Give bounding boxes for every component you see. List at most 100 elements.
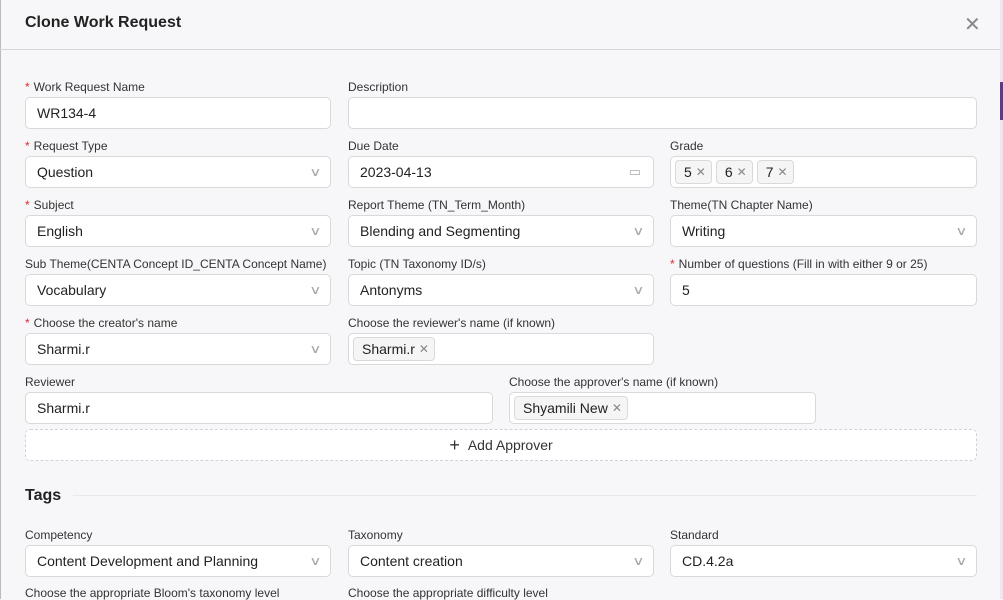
- label-text: Reviewer: [25, 375, 76, 389]
- label-text: Standard: [670, 528, 719, 542]
- due-date-input[interactable]: 2023-04-13 ▭: [348, 156, 654, 188]
- subject-select[interactable]: English ∨: [25, 215, 331, 247]
- chevron-down-icon: ∨: [632, 224, 645, 238]
- field-value: Vocabulary: [37, 282, 107, 298]
- field-value: Content creation: [360, 553, 463, 569]
- field-value: Writing: [682, 223, 726, 239]
- remove-tag-icon[interactable]: ✕: [612, 401, 622, 415]
- field-label: * Choose the creator's name: [25, 316, 177, 330]
- field-label: * Number of questions (Fill in with eithe…: [670, 257, 927, 271]
- selected-tag: 5 ✕: [675, 160, 712, 184]
- chevron-down-icon: ∨: [309, 342, 322, 356]
- required-marker: *: [25, 80, 30, 94]
- label-text: Choose the creator's name: [33, 316, 178, 330]
- field-label: Topic (TN Taxonomy ID/s): [348, 257, 486, 271]
- plus-icon: +: [449, 434, 460, 455]
- number-of-questions-fill-in-with-either--input[interactable]: 5: [670, 274, 977, 306]
- label-text: Report Theme (TN_Term_Month): [348, 198, 526, 212]
- report-theme-tn-term-month-select[interactable]: Blending and Segmenting ∨: [348, 215, 654, 247]
- reviewer-input[interactable]: Sharmi.r: [25, 392, 493, 424]
- label-text: Description: [348, 80, 409, 94]
- modal-header: Clone Work Request ✕: [0, 0, 1000, 50]
- competency-select[interactable]: Content Development and Planning ∨: [25, 545, 331, 577]
- field-label: Choose the approver's name (if known): [509, 375, 718, 389]
- field-value: Sharmi.r: [37, 400, 90, 416]
- label-text: Competency: [25, 528, 93, 542]
- field-label: Description: [348, 80, 408, 94]
- calendar-icon[interactable]: ▭: [629, 164, 641, 180]
- remove-tag-icon[interactable]: ✕: [737, 165, 747, 179]
- remove-tag-icon[interactable]: ✕: [778, 165, 788, 179]
- field-label: * Work Request Name: [25, 80, 145, 94]
- tags-heading: Tags: [25, 487, 62, 504]
- chevron-down-icon: ∨: [955, 554, 968, 568]
- label-text: Due Date: [348, 139, 399, 153]
- label-text: Choose the appropriate difficulty level: [348, 586, 548, 600]
- field-label: Competency: [25, 528, 92, 542]
- required-marker: *: [670, 257, 675, 271]
- field-value: Sharmi.r: [37, 341, 90, 357]
- label-text: Sub Theme(CENTA Concept ID_CENTA Concept…: [25, 257, 327, 271]
- label-text: Choose the appropriate Bloom's taxonomy …: [25, 586, 280, 600]
- field-value: CD.4.2a: [682, 553, 734, 569]
- request-type-select[interactable]: Question ∨: [25, 156, 331, 188]
- required-marker: *: [25, 198, 30, 212]
- label-text: Choose the reviewer's name (if known): [348, 316, 556, 330]
- work-request-name-input[interactable]: WR134-4: [25, 97, 331, 129]
- field-value: Question: [37, 164, 94, 180]
- label-text: Work Request Name: [33, 80, 145, 94]
- chevron-down-icon: ∨: [309, 224, 322, 238]
- label-text: Taxonomy: [348, 528, 403, 542]
- field-label: Reviewer: [25, 375, 75, 389]
- choose-the-reviewer-s-name-if-known-input[interactable]: Sharmi.r ✕: [348, 333, 654, 365]
- label-text: Choose the approver's name (if known): [509, 375, 719, 389]
- tag-label: 7: [765, 164, 774, 180]
- modal-border: [0, 0, 1, 599]
- chevron-down-icon: ∨: [955, 224, 968, 238]
- label-text: Subject: [33, 198, 74, 212]
- close-icon[interactable]: ✕: [964, 12, 981, 37]
- modal-title: Clone Work Request: [25, 14, 182, 31]
- description-input[interactable]: [348, 97, 977, 129]
- taxonomy-select[interactable]: Content creation ∨: [348, 545, 654, 577]
- topic-tn-taxonomy-id-s-select[interactable]: Antonyms ∨: [348, 274, 654, 306]
- selected-tag: Shyamili New ✕: [514, 396, 628, 420]
- label-text: Theme(TN Chapter Name): [670, 198, 813, 212]
- add-approver-button[interactable]: + Add Approver: [25, 429, 977, 461]
- field-label: Choose the appropriate Bloom's taxonomy …: [25, 586, 279, 600]
- field-value: Blending and Segmenting: [360, 223, 521, 239]
- field-value: Content Development and Planning: [37, 553, 259, 569]
- choose-the-creator-s-name-select[interactable]: Sharmi.r ∨: [25, 333, 331, 365]
- theme-tn-chapter-name-select[interactable]: Writing ∨: [670, 215, 977, 247]
- field-value: WR134-4: [37, 105, 97, 121]
- field-value: 5: [682, 282, 690, 298]
- field-label: * Request Type: [25, 139, 108, 153]
- tags-divider: [73, 495, 977, 496]
- tag-label: Sharmi.r: [362, 341, 415, 357]
- field-label: Theme(TN Chapter Name): [670, 198, 813, 212]
- standard-select[interactable]: CD.4.2a ∨: [670, 545, 977, 577]
- field-value: 2023-04-13: [360, 164, 432, 180]
- remove-tag-icon[interactable]: ✕: [419, 342, 429, 356]
- label-text: Number of questions (Fill in with either…: [678, 257, 928, 271]
- sub-theme-centa-concept-id-centa-concept-select[interactable]: Vocabulary ∨: [25, 274, 331, 306]
- field-value: Antonyms: [360, 282, 423, 298]
- label-text: Topic (TN Taxonomy ID/s): [348, 257, 486, 271]
- selected-tag: 6 ✕: [715, 160, 753, 184]
- selected-tag: Sharmi.r ✕: [353, 337, 435, 361]
- field-value: English: [37, 223, 83, 239]
- choose-the-approver-s-name-if-known-input[interactable]: Shyamili New ✕: [509, 392, 816, 424]
- field-label: Sub Theme(CENTA Concept ID_CENTA Concept…: [25, 257, 326, 271]
- field-label: Grade: [670, 139, 703, 153]
- label-text: Grade: [670, 139, 704, 153]
- grade-input[interactable]: 5 ✕ 6 ✕ 7 ✕: [670, 156, 977, 188]
- label-text: Request Type: [33, 139, 108, 153]
- chevron-down-icon: ∨: [309, 283, 322, 297]
- required-marker: *: [25, 316, 30, 330]
- field-label: Report Theme (TN_Term_Month): [348, 198, 525, 212]
- chevron-down-icon: ∨: [632, 283, 645, 297]
- field-label: Choose the reviewer's name (if known): [348, 316, 555, 330]
- field-label: Choose the appropriate difficulty level: [348, 586, 548, 600]
- selected-tag: 7 ✕: [756, 160, 794, 184]
- remove-tag-icon[interactable]: ✕: [696, 165, 706, 179]
